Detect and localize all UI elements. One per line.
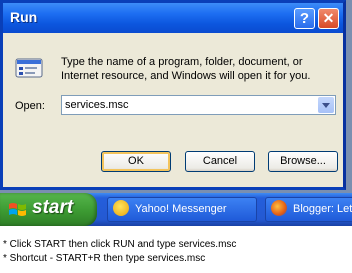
firefox-icon [271, 200, 287, 217]
open-input[interactable]: services.msc [65, 99, 129, 111]
close-button[interactable]: ✕ [318, 8, 339, 29]
cancel-button[interactable]: Cancel [185, 151, 255, 172]
title-bar[interactable]: Run ? ✕ [3, 3, 343, 33]
dialog-description: Type the name of a program, folder, docu… [61, 56, 311, 82]
ok-button[interactable]: OK [101, 151, 171, 172]
dropdown-arrow-icon[interactable] [318, 97, 334, 113]
yahoo-messenger-icon [113, 200, 129, 217]
dialog-body: Type the name of a program, folder, docu… [3, 33, 343, 187]
instruction-caption: * Click START then click RUN and type se… [3, 239, 237, 250]
task-label: Yahoo! Messenger [135, 203, 227, 215]
windows-flag-icon [9, 203, 26, 216]
run-dialog: Run ? ✕ Type the name of a program, fold… [0, 0, 346, 190]
dialog-title: Run [10, 9, 38, 25]
run-icon [15, 58, 43, 78]
start-button[interactable]: start [0, 193, 97, 226]
desktop-screenshot: Run ? ✕ Type the name of a program, fold… [0, 0, 352, 226]
taskbar-item-yahoo[interactable]: Yahoo! Messenger [107, 197, 257, 222]
start-label: start [32, 197, 74, 218]
taskbar: start Yahoo! Messenger Blogger: Let [0, 193, 352, 226]
help-button[interactable]: ? [294, 8, 315, 29]
open-label: Open: [15, 100, 45, 112]
shortcut-caption: * Shortcut - START+R then type services.… [3, 253, 206, 264]
open-combobox[interactable]: services.msc [61, 95, 336, 115]
task-label: Blogger: Let [293, 203, 352, 215]
browse-button[interactable]: Browse... [268, 151, 338, 172]
taskbar-item-blogger[interactable]: Blogger: Let [265, 197, 352, 222]
